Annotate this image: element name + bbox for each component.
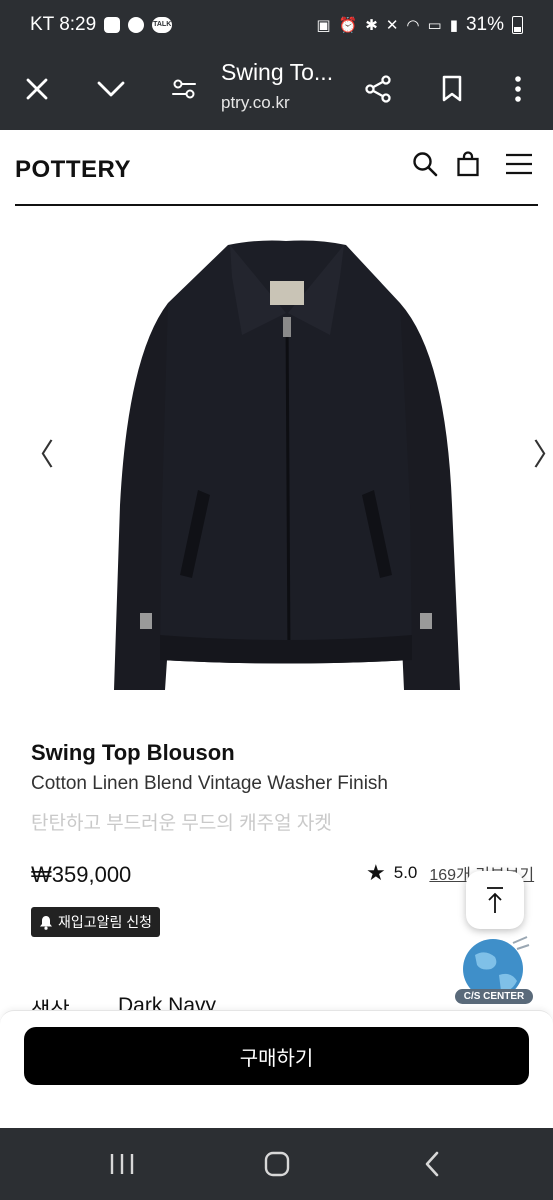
kakaotalk-notification-icon: TALK <box>152 17 173 33</box>
site-settings-button[interactable] <box>160 65 208 113</box>
shopping-bag-icon <box>457 151 479 177</box>
more-vertical-icon <box>515 76 521 102</box>
close-icon <box>26 78 48 100</box>
chevron-down-icon <box>97 81 125 97</box>
product-gallery[interactable]: 〈 〉 <box>0 205 553 715</box>
buy-button[interactable]: 구매하기 <box>24 1027 529 1085</box>
arrow-up-icon <box>487 887 503 913</box>
tune-icon <box>172 79 196 99</box>
bookmark-icon <box>442 75 462 102</box>
wifi-icon: ◠ <box>406 17 420 34</box>
recent-apps-icon <box>110 1154 134 1174</box>
home-button[interactable] <box>257 1144 297 1184</box>
cs-center-label: C/S CENTER <box>455 989 533 1004</box>
search-button[interactable] <box>411 150 439 178</box>
hamburger-menu-icon <box>506 153 532 175</box>
product-price: ₩359,000 <box>31 862 132 887</box>
cs-center-button[interactable]: C/S CENTER <box>455 935 533 1013</box>
product-subtitle: Cotton Linen Blend Vintage Washer Finish <box>31 773 388 794</box>
cart-button[interactable] <box>454 150 482 178</box>
more-options-button[interactable] <box>494 65 542 113</box>
page-host[interactable]: ptry.co.kr <box>221 93 290 113</box>
home-icon <box>264 1151 290 1177</box>
scroll-to-top-button[interactable] <box>466 871 524 929</box>
rating-score: 5.0 <box>393 863 418 882</box>
close-tab-button[interactable] <box>13 65 61 113</box>
page-title[interactable]: Swing To... <box>221 59 333 86</box>
bluetooth-icon: ✱ <box>365 17 378 34</box>
carrier-time: KT 8:29 <box>30 14 97 35</box>
product-name: Swing Top Blouson <box>31 740 235 765</box>
status-bar: KT 8:29 TALK ▣ ⏰ ✱ ✕ ◠ ▭ ▮ 31% <box>0 0 553 50</box>
battery-icon <box>512 16 523 34</box>
data-saver-icon: ▣ <box>316 17 331 34</box>
product-image-jacket <box>114 240 460 690</box>
status-left: KT 8:29 TALK <box>30 14 173 36</box>
status-right: ▣ ⏰ ✱ ✕ ◠ ▭ ▮ 31% <box>316 14 523 36</box>
site-logo[interactable]: POTTERY <box>15 156 131 184</box>
search-icon <box>413 152 438 177</box>
bell-icon <box>40 915 52 930</box>
star-icon: ★ <box>366 860 386 885</box>
restock-alert-label: 재입고알림 신청 <box>58 914 153 930</box>
minimize-button[interactable] <box>87 65 135 113</box>
mute-icon: ✕ <box>385 17 399 34</box>
back-arrow-icon <box>425 1151 439 1177</box>
hd-voice-icon: ▭ <box>427 17 442 34</box>
signal-icon: ▮ <box>449 17 458 34</box>
site-header: POTTERY <box>15 130 538 206</box>
bookmark-button[interactable] <box>428 65 476 113</box>
restock-alert-button[interactable]: 재입고알림 신청 <box>31 907 161 937</box>
back-button[interactable] <box>412 1144 452 1184</box>
system-nav-bar <box>0 1128 553 1200</box>
globe-icon <box>463 936 530 997</box>
share-icon <box>365 75 391 103</box>
menu-button[interactable] <box>505 150 533 178</box>
battery-percent: 31% <box>465 14 504 35</box>
recent-apps-button[interactable] <box>102 1144 142 1184</box>
gallery-notification-icon <box>104 17 121 33</box>
share-button[interactable] <box>354 65 402 113</box>
alarm-icon: ⏰ <box>338 17 358 34</box>
buy-bar: 구매하기 <box>0 1010 553 1129</box>
product-description: 탄탄하고 부드러운 무드의 캐주얼 자켓 <box>31 813 332 834</box>
browser-toolbar: Swing To... ptry.co.kr <box>0 50 553 130</box>
instagram-notification-icon <box>128 17 145 33</box>
